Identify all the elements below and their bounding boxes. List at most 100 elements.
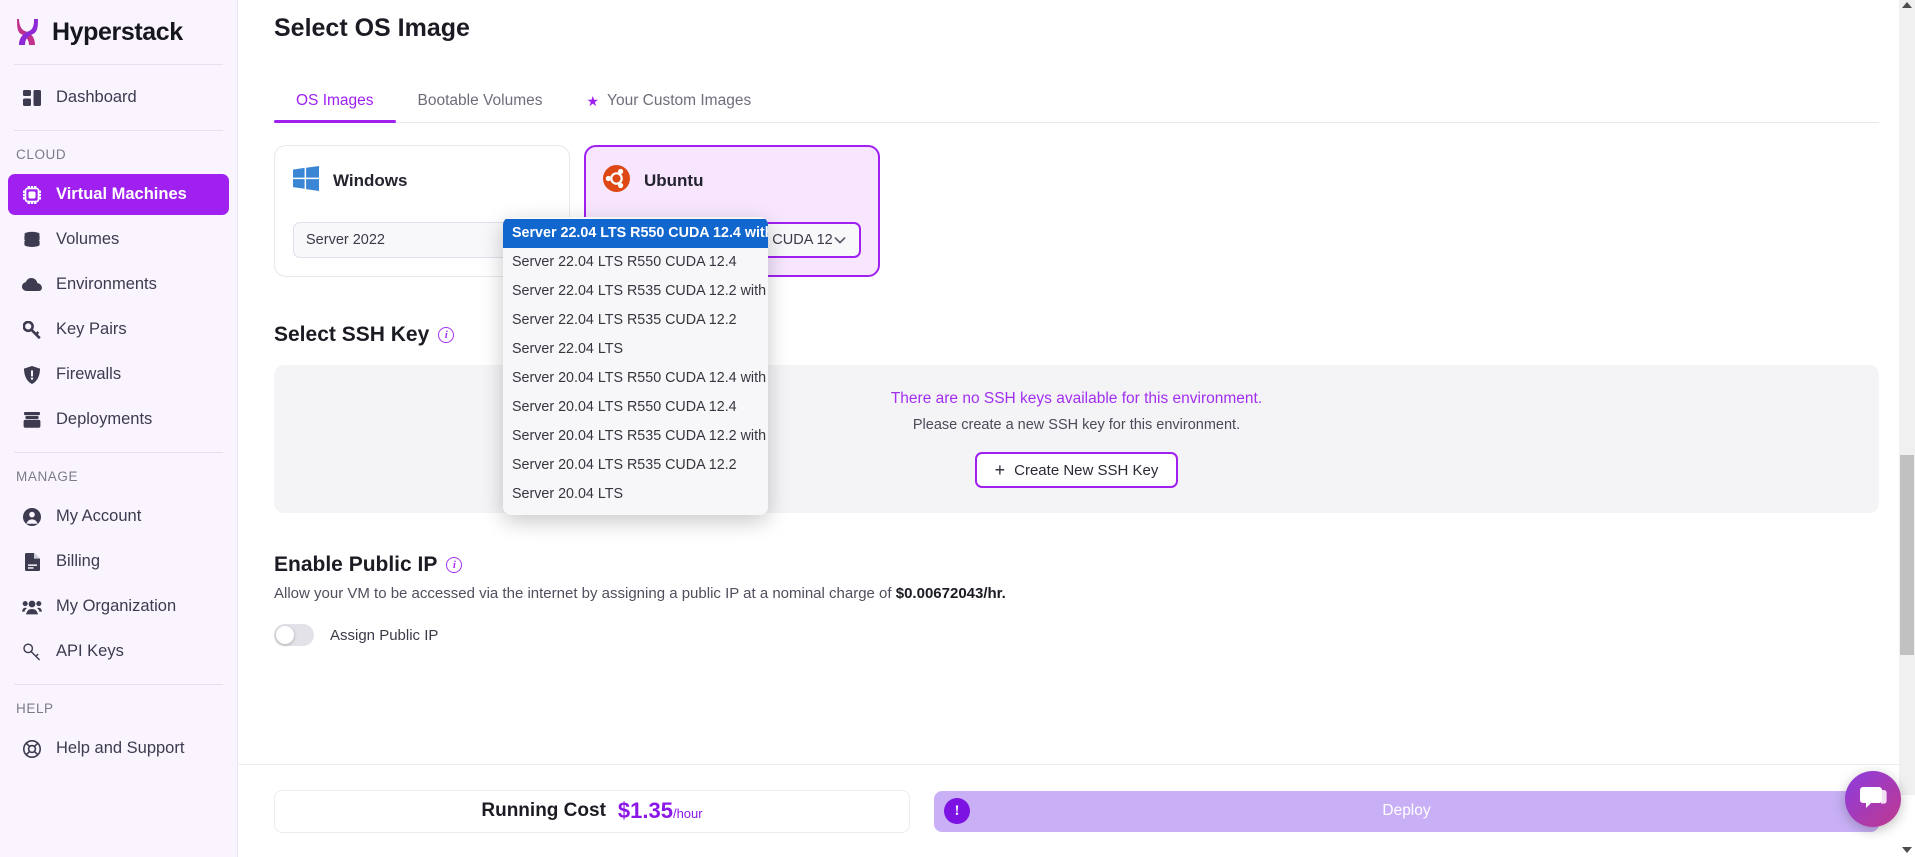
tab-label: OS Images: [296, 92, 374, 110]
sidebar-item-label: Help and Support: [56, 739, 184, 758]
sidebar-item-label: API Keys: [56, 642, 124, 661]
sidebar-group-cloud-label: CLOUD: [0, 131, 237, 170]
plus-icon: +: [995, 461, 1006, 479]
assign-public-ip-row: Assign Public IP: [274, 624, 1879, 646]
deploy-button-label: Deploy: [1382, 802, 1430, 820]
sidebar-group-help-label: HELP: [0, 685, 237, 724]
sidebar-item-firewalls[interactable]: Firewalls: [8, 354, 229, 395]
sidebar-item-key-pairs[interactable]: Key Pairs: [8, 309, 229, 350]
sidebar-item-label: Environments: [56, 275, 157, 294]
info-icon[interactable]: i: [446, 557, 462, 573]
dropdown-option[interactable]: Server 20.04 LTS R550 CUDA 12.4: [503, 393, 768, 422]
sidebar-item-dashboard[interactable]: Dashboard: [8, 77, 229, 118]
scroll-down-arrow-icon[interactable]: [1902, 847, 1912, 853]
os-card-header: Ubuntu: [603, 164, 861, 198]
database-icon: [22, 230, 42, 250]
os-card-header: Windows: [293, 164, 551, 198]
create-ssh-key-label: Create New SSH Key: [1014, 462, 1158, 479]
public-ip-section-title: Enable Public IP i: [274, 553, 1879, 577]
sidebar-item-help-and-support[interactable]: Help and Support: [8, 728, 229, 769]
sidebar-item-my-account[interactable]: My Account: [8, 496, 229, 537]
key-icon: [22, 320, 42, 340]
toggle-knob: [276, 626, 294, 644]
ubuntu-version-dropdown-menu[interactable]: Server 22.04 LTS R550 CUDA 12.4 with Doc…: [503, 217, 768, 515]
create-new-ssh-key-button[interactable]: + Create New SSH Key: [975, 452, 1179, 488]
vertical-scrollbar-track[interactable]: [1899, 0, 1915, 795]
deploy-button[interactable]: ! Deploy: [934, 791, 1879, 832]
sidebar-item-deployments[interactable]: Deployments: [8, 399, 229, 440]
public-ip-description: Allow your VM to be accessed via the int…: [274, 585, 1879, 602]
document-icon: [22, 552, 42, 572]
user-circle-icon: [22, 507, 42, 527]
sidebar-item-label: Firewalls: [56, 365, 121, 384]
chevron-down-icon: [833, 233, 847, 247]
star-icon: ★: [586, 93, 599, 110]
sidebar-item-my-organization[interactable]: My Organization: [8, 586, 229, 627]
cloud-icon: [22, 275, 42, 295]
dropdown-option[interactable]: Server 20.04 LTS: [503, 480, 768, 509]
box-icon: [22, 410, 42, 430]
public-ip-title-text: Enable Public IP: [274, 553, 437, 577]
sidebar-item-label: Billing: [56, 552, 100, 571]
assign-public-ip-label: Assign Public IP: [330, 627, 438, 644]
running-cost-value: $1.35/hour: [618, 798, 703, 824]
tab-os-images[interactable]: OS Images: [274, 92, 396, 122]
main-content: Select OS Image OS Images Bootable Volum…: [238, 0, 1915, 857]
sidebar-item-label: Dashboard: [56, 88, 137, 107]
sidebar-item-billing[interactable]: Billing: [8, 541, 229, 582]
people-icon: [22, 597, 42, 617]
key-outline-icon: [22, 642, 42, 662]
sidebar-item-label: Virtual Machines: [56, 185, 187, 204]
dropdown-option[interactable]: Server 20.04 LTS R550 CUDA 12.4 with Doc…: [503, 364, 768, 393]
windows-version-value: Server 2022: [306, 232, 385, 248]
warning-icon: !: [944, 798, 970, 824]
brand-name: Hyperstack: [52, 18, 183, 47]
brand[interactable]: Hyperstack: [0, 0, 237, 64]
sidebar-item-api-keys[interactable]: API Keys: [8, 631, 229, 672]
ssh-warning-text: There are no SSH keys available for this…: [891, 390, 1262, 408]
dropdown-option[interactable]: Server 22.04 LTS R550 CUDA 12.4 with Doc…: [503, 219, 768, 248]
os-card-name: Windows: [333, 171, 407, 191]
sidebar-item-virtual-machines[interactable]: Virtual Machines: [8, 174, 229, 215]
dropdown-option[interactable]: Server 22.04 LTS R550 CUDA 12.4: [503, 248, 768, 277]
cost-amount: $1.35: [618, 798, 673, 823]
sidebar-item-label: My Organization: [56, 597, 176, 616]
sidebar-item-environments[interactable]: Environments: [8, 264, 229, 305]
page-title: Select OS Image: [274, 0, 1915, 43]
tab-label: Your Custom Images: [607, 92, 751, 110]
windows-logo-icon: [293, 166, 319, 196]
public-ip-price: $0.00672043/hr.: [896, 585, 1006, 602]
tab-your-custom-images[interactable]: ★ Your Custom Images: [564, 92, 773, 122]
chat-support-button[interactable]: [1845, 771, 1901, 827]
sidebar-item-label: Key Pairs: [56, 320, 127, 339]
dashboard-icon: [22, 88, 42, 108]
sidebar-item-label: My Account: [56, 507, 141, 526]
chip-icon: [22, 185, 42, 205]
tab-label: Bootable Volumes: [418, 92, 543, 110]
sidebar-item-volumes[interactable]: Volumes: [8, 219, 229, 260]
tab-bootable-volumes[interactable]: Bootable Volumes: [396, 92, 565, 122]
sidebar-item-label: Volumes: [56, 230, 119, 249]
assign-public-ip-toggle[interactable]: [274, 624, 314, 646]
sidebar-group-manage-label: MANAGE: [0, 453, 237, 492]
running-cost-box: Running Cost $1.35/hour: [274, 790, 910, 833]
info-icon[interactable]: i: [438, 327, 454, 343]
bottom-action-bar: Running Cost $1.35/hour ! Deploy: [238, 764, 1915, 857]
lifebuoy-icon: [22, 739, 42, 759]
vertical-scrollbar-thumb[interactable]: [1900, 455, 1914, 655]
dropdown-option[interactable]: Server 20.04 LTS R535 CUDA 12.2 with Doc…: [503, 422, 768, 451]
ubuntu-logo-icon: [603, 165, 630, 197]
sidebar: Hyperstack Dashboard CLOUD Virtual Machi…: [0, 0, 238, 857]
os-card-name: Ubuntu: [644, 171, 703, 191]
dropdown-option[interactable]: Server 22.04 LTS R535 CUDA 12.2 with Doc…: [503, 277, 768, 306]
dropdown-option[interactable]: Server 22.04 LTS R535 CUDA 12.2: [503, 306, 768, 335]
sidebar-item-label: Deployments: [56, 410, 152, 429]
tab-bar: OS Images Bootable Volumes ★ Your Custom…: [274, 81, 1879, 123]
dropdown-option[interactable]: Server 22.04 LTS: [503, 335, 768, 364]
public-ip-description-text: Allow your VM to be accessed via the int…: [274, 585, 896, 602]
ssh-title-text: Select SSH Key: [274, 323, 429, 347]
cost-unit: /hour: [673, 806, 703, 821]
dropdown-option[interactable]: Server 20.04 LTS R535 CUDA 12.2: [503, 451, 768, 480]
scroll-up-arrow-icon[interactable]: [1902, 2, 1912, 8]
shield-icon: [22, 365, 42, 385]
